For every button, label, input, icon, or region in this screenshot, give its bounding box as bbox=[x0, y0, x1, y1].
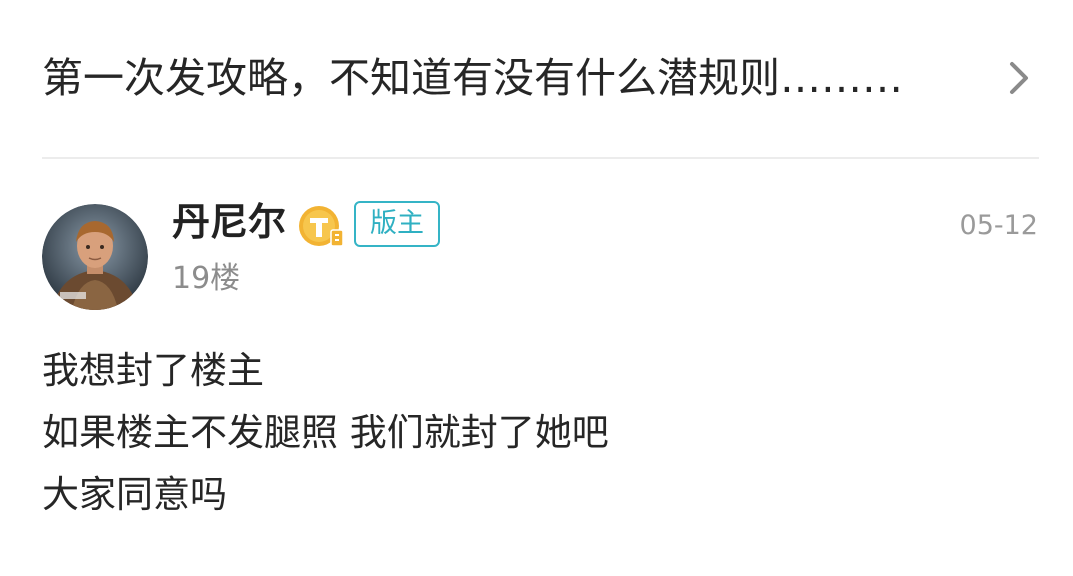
post-body-line: 大家同意吗 bbox=[42, 473, 227, 516]
thread-title[interactable]: 第一次发攻略，不知道有没有什么潜规则……… bbox=[42, 50, 903, 106]
chevron-right-icon[interactable] bbox=[1004, 58, 1034, 98]
post-body-line: 我想封了楼主 bbox=[42, 349, 264, 392]
post-body: 我想封了楼主 如果楼主不发腿照 我们就封了她吧 大家同意吗 bbox=[42, 340, 609, 526]
author-name[interactable]: 丹尼尔 bbox=[172, 196, 286, 248]
avatar[interactable] bbox=[42, 204, 148, 310]
moderator-badge: 版主 bbox=[354, 201, 440, 247]
thread-header[interactable]: 第一次发攻略，不知道有没有什么潜规则……… bbox=[0, 0, 1073, 158]
post-body-line: 如果楼主不发腿照 我们就封了她吧 bbox=[42, 411, 609, 454]
gold-t-level-badge bbox=[298, 204, 346, 248]
header-divider bbox=[42, 157, 1039, 159]
floor-number: 19楼 bbox=[172, 261, 241, 296]
post-date: 05-12 bbox=[959, 210, 1038, 241]
